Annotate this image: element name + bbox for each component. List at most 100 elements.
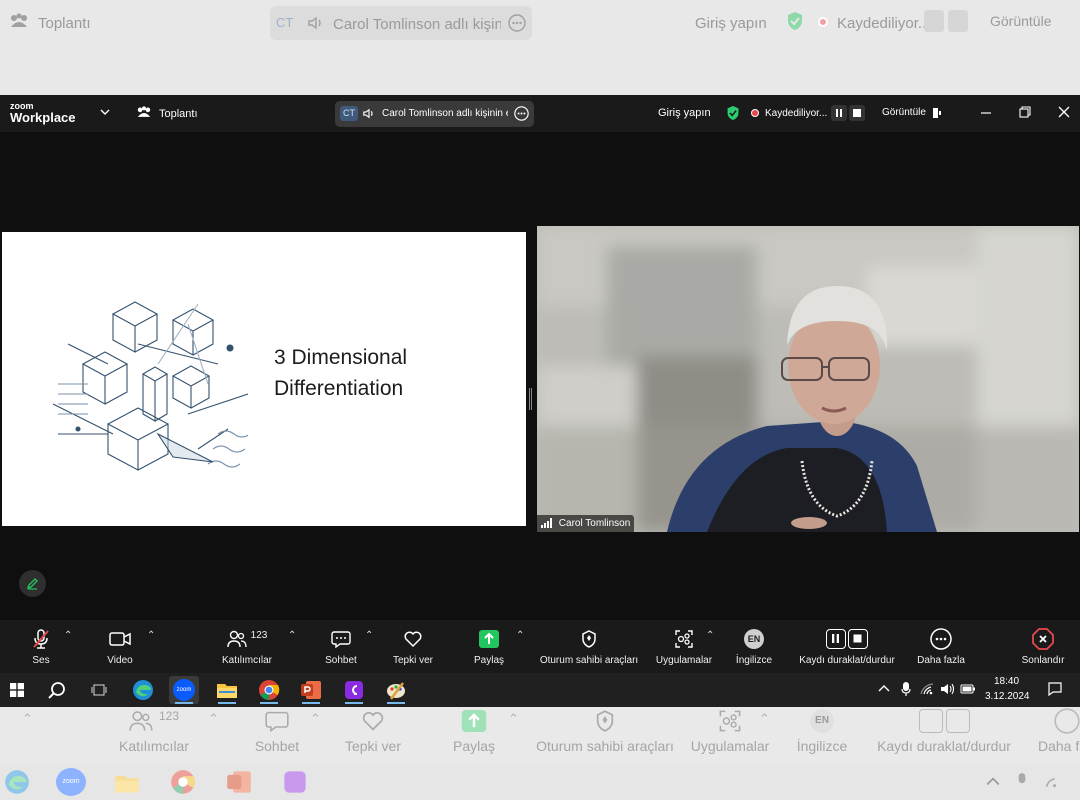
- react-label: Tepki ver: [344, 738, 402, 754]
- chrome-icon: [258, 679, 280, 701]
- task-view-button[interactable]: [84, 676, 114, 704]
- close-icon[interactable]: [1058, 106, 1070, 118]
- participant-video[interactable]: [537, 226, 1079, 532]
- zoom-app-icon: zoom: [173, 679, 195, 701]
- volume-icon[interactable]: [940, 683, 954, 695]
- shared-slide: 3 Dimensional Differentiation: [2, 232, 526, 526]
- meeting-info-chip[interactable]: CT Carol Tomlinson adlı kişinin e: [335, 101, 534, 127]
- chevron-up-icon: [986, 775, 1000, 787]
- end-icon: [1032, 628, 1054, 650]
- chevron-up-icon: ⌃: [22, 711, 33, 726]
- language-button[interactable]: EN İngilizce: [732, 626, 776, 670]
- react-button[interactable]: Tepki ver: [390, 626, 436, 670]
- search-button[interactable]: [42, 676, 72, 704]
- taskbar-powerpoint[interactable]: [296, 676, 326, 704]
- chevron-up-icon[interactable]: [878, 683, 890, 693]
- shield-icon: [786, 11, 804, 31]
- pause-recording-icon[interactable]: [831, 105, 847, 121]
- video-button[interactable]: Video: [100, 626, 140, 670]
- language-badge: EN: [744, 629, 764, 649]
- shield-icon[interactable]: [726, 105, 740, 121]
- search-icon: [48, 681, 66, 699]
- taskbar-pdf-app[interactable]: [339, 676, 369, 704]
- signin-link[interactable]: Giriş yapın: [658, 107, 711, 119]
- chevron-down-icon[interactable]: [100, 108, 110, 116]
- stop-recording-icon[interactable]: [849, 105, 865, 121]
- chat-icon: [331, 630, 351, 648]
- more-label: Daha fazla: [917, 655, 965, 666]
- notification-icon[interactable]: [1048, 682, 1062, 696]
- record-controls-button[interactable]: Kaydı duraklat/durdur: [794, 626, 900, 670]
- recording-label: Kaydediliyor...: [765, 108, 828, 119]
- language-label: İngilizce: [796, 738, 848, 754]
- taskbar-edge[interactable]: [128, 676, 158, 704]
- slide-title-line-2: Differentiation: [274, 377, 404, 400]
- isometric-cubes-illustration: [48, 284, 248, 484]
- taskbar-file-explorer[interactable]: [212, 676, 242, 704]
- chip-text: Carol Tomlinson adlı kişinin e: [333, 16, 501, 33]
- start-button[interactable]: [2, 676, 32, 704]
- wifi-icon[interactable]: [920, 683, 934, 695]
- more-icon: [508, 14, 526, 32]
- participant-video-image: [537, 226, 1079, 532]
- participants-button[interactable]: 123 Katılımcılar: [218, 626, 276, 670]
- apps-button[interactable]: Uygulamalar: [654, 626, 714, 670]
- bg-share: Paylaş: [452, 707, 496, 754]
- meeting-info-chip: CT Carol Tomlinson adlı kişinin e: [270, 6, 532, 40]
- chevron-up-icon[interactable]: ⌃: [365, 630, 373, 641]
- taskbar-zoom[interactable]: zoom: [169, 676, 199, 704]
- pause-icon: [924, 10, 944, 32]
- recording-dot-icon: [818, 17, 828, 27]
- microphone-icon[interactable]: [901, 681, 911, 697]
- end-meeting-button[interactable]: Sonlandır: [1016, 626, 1070, 670]
- clock-date[interactable]: 3.12.2024: [985, 691, 1030, 702]
- host-tools-label: Oturum sahibi araçları: [536, 738, 674, 754]
- more-icon: [930, 628, 952, 650]
- host-tools-label: Oturum sahibi araçları: [539, 655, 639, 666]
- wifi-icon: [1042, 774, 1058, 788]
- view-button[interactable]: Görüntüle: [882, 107, 926, 118]
- battery-icon[interactable]: [960, 684, 976, 694]
- record-controls-label: Kaydı duraklat/durdur: [877, 738, 1011, 754]
- more-button[interactable]: Daha fazla: [916, 626, 966, 670]
- chat-button[interactable]: Sohbet: [320, 626, 362, 670]
- chevron-up-icon[interactable]: ⌃: [706, 630, 714, 641]
- taskbar-paint-app[interactable]: [381, 676, 411, 704]
- chip-initials: CT: [340, 106, 358, 121]
- taskbar: zoom 18:40 3.12.2024: [0, 673, 1080, 707]
- taskbar-chrome[interactable]: [254, 676, 284, 704]
- camera-icon: [109, 631, 131, 647]
- muted-microphone-icon: [31, 628, 51, 650]
- host-tools-button[interactable]: Oturum sahibi araçları: [536, 626, 642, 670]
- chevron-up-icon[interactable]: ⌃: [147, 630, 155, 641]
- apps-icon: [718, 709, 742, 733]
- video-label: Video: [107, 655, 133, 666]
- splitter-handle[interactable]: [529, 388, 532, 410]
- clock-time[interactable]: 18:40: [994, 676, 1019, 687]
- more-icon[interactable]: [514, 106, 529, 121]
- stop-icon: [945, 709, 970, 733]
- chrome-icon: [170, 769, 196, 795]
- share-button[interactable]: Paylaş: [470, 626, 508, 670]
- minimize-icon[interactable]: [980, 107, 992, 119]
- microphone-icon: [1016, 772, 1028, 790]
- chip-initials: CT: [276, 15, 294, 30]
- stop-icon: [848, 629, 868, 649]
- restore-icon[interactable]: [1019, 106, 1031, 118]
- edge-icon: [132, 679, 154, 701]
- chevron-up-icon[interactable]: ⌃: [64, 630, 72, 641]
- audio-button[interactable]: Ses: [22, 626, 60, 670]
- record-controls-label: Kaydı duraklat/durdur: [799, 655, 895, 666]
- bg-apps: Uygulamalar: [690, 707, 770, 754]
- recording-label: Kaydediliyor...: [837, 15, 931, 32]
- chevron-up-icon[interactable]: ⌃: [516, 630, 524, 641]
- meeting-icon: [9, 13, 29, 31]
- meeting-label[interactable]: Toplantı: [159, 108, 198, 120]
- participants-icon: [226, 630, 247, 648]
- chevron-up-icon[interactable]: ⌃: [288, 630, 296, 641]
- annotate-button[interactable]: [19, 570, 46, 597]
- heart-icon: [403, 630, 423, 648]
- zoom-logo-big: Workplace: [10, 110, 76, 125]
- more-icon: [1054, 708, 1080, 734]
- pdf-icon: [343, 679, 365, 701]
